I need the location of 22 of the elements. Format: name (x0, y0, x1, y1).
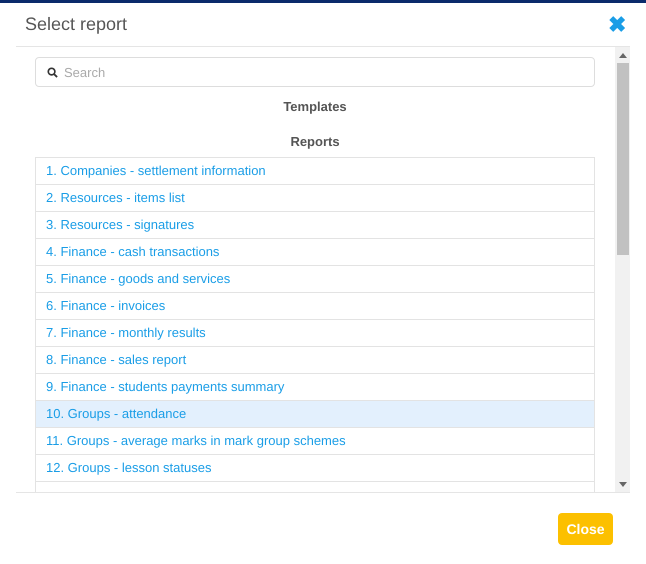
report-item[interactable]: 8. Finance - sales report (35, 347, 595, 374)
report-item[interactable]: 3. Resources - signatures (35, 212, 595, 239)
report-item[interactable]: 9. Finance - students payments summary (35, 374, 595, 401)
scrollbar[interactable] (615, 47, 630, 492)
report-item[interactable]: 12. Groups - lesson statuses (35, 455, 595, 482)
section-heading: Templates (283, 99, 347, 115)
report-item[interactable]: 11. Groups - average marks in mark group schemes (35, 428, 595, 455)
report-item[interactable]: 6. Finance - invoices (35, 293, 595, 320)
dialog-title: Select report (25, 13, 128, 36)
search-field[interactable]: Search (35, 57, 595, 87)
scroll-up-icon[interactable] (618, 52, 626, 58)
report-item[interactable]: 4. Finance - cash transactions (35, 239, 595, 266)
report-item[interactable]: 5. Finance - goods and services (35, 266, 595, 293)
scroll-down-icon[interactable] (618, 482, 626, 486)
report-item[interactable]: 7. Finance - monthly results (35, 320, 595, 347)
report-item[interactable]: 10. Groups - attendance (35, 401, 595, 428)
close-button[interactable]: Close (558, 513, 613, 545)
report-item[interactable]: 2. Resources - items list (35, 185, 595, 212)
scrollbar-thumb[interactable] (616, 63, 628, 255)
section-heading: Reports (290, 134, 340, 150)
report-item[interactable]: 1. Companies - settlement information (35, 158, 595, 185)
search-icon (47, 67, 58, 78)
